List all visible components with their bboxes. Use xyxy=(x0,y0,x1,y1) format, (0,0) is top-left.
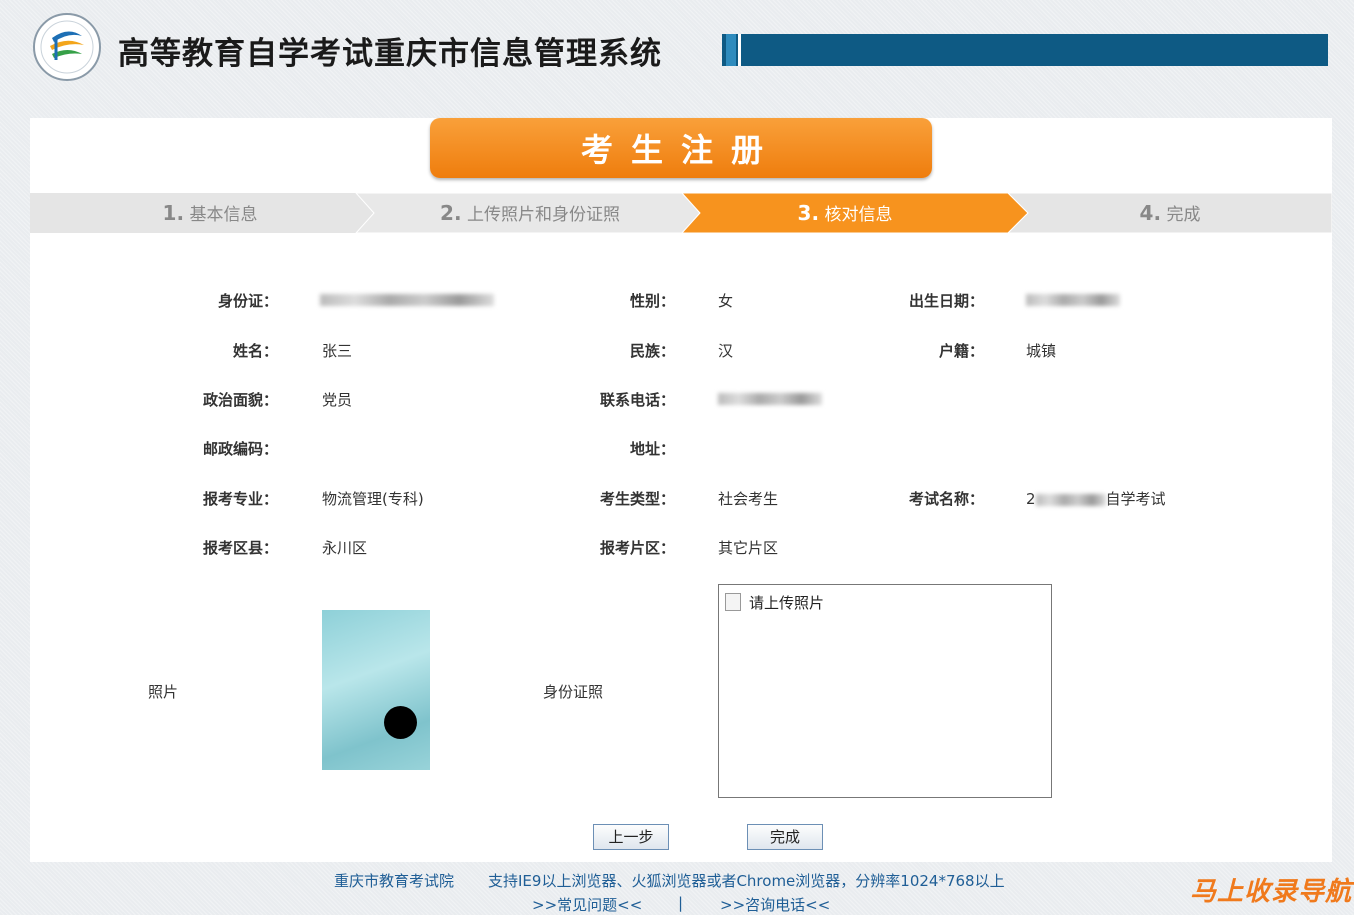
prev-button[interactable]: 上一步 xyxy=(593,824,669,850)
id-card-label: 身份证： xyxy=(217,292,278,310)
exam-name-value: 2 自学考试 xyxy=(1026,490,1166,508)
name-value: 张三 xyxy=(322,342,353,360)
step-3-active: 3. 核对信息 xyxy=(797,201,893,225)
major-value: 物流管理(专科) xyxy=(322,490,424,508)
photo-label: 照片 xyxy=(148,683,179,701)
system-title: 高等教育自学考试重庆市信息管理系统 xyxy=(118,36,662,72)
broken-image-icon xyxy=(725,593,741,611)
candidate-type-label: 考生类型： xyxy=(599,490,675,508)
finish-button[interactable]: 完成 xyxy=(747,824,823,850)
address-label: 地址： xyxy=(629,440,675,458)
name-label: 姓名： xyxy=(232,342,278,360)
footer-org: 重庆市教育考试院 xyxy=(334,872,455,890)
district-value: 永川区 xyxy=(322,539,368,557)
household-value: 城镇 xyxy=(1026,342,1057,360)
candidate-type-value: 社会考生 xyxy=(718,490,779,508)
major-label: 报考专业： xyxy=(202,490,278,508)
birth-date-label: 出生日期： xyxy=(908,292,984,310)
footer-separator: | xyxy=(678,894,684,912)
watermark: 马上收录导航 xyxy=(1189,877,1352,907)
footer-browser-note: 支持IE9以上浏览器、火狐浏览器或者Chrome浏览器，分辨率1024*768以… xyxy=(488,872,1005,890)
district-label: 报考区县： xyxy=(202,539,278,557)
step-1: 1. 基本信息 xyxy=(162,201,258,225)
area-value: 其它片区 xyxy=(718,539,779,557)
header: 高等教育自学考试重庆市信息管理系统 xyxy=(0,0,1354,110)
step-progress: 1. 基本信息 2. 上传照片和身份证照 3. 核对信息 4. 完成 xyxy=(30,193,1332,233)
step-4: 4. 完成 xyxy=(1139,201,1201,225)
household-label: 户籍： xyxy=(938,342,984,360)
area-label: 报考片区： xyxy=(599,539,675,557)
phone-label: 联系电话： xyxy=(599,391,675,409)
phone-value xyxy=(718,389,822,407)
step-2: 2. 上传照片和身份证照 xyxy=(440,201,620,225)
candidate-photo xyxy=(322,610,430,770)
id-photo-label: 身份证照 xyxy=(543,683,604,701)
registration-title: 考生注册 xyxy=(430,118,932,178)
ethnicity-label: 民族： xyxy=(629,342,675,360)
exam-name-label: 考试名称： xyxy=(908,490,984,508)
birth-date-value xyxy=(1026,290,1120,308)
id-photo-frame: 请上传照片 xyxy=(718,584,1052,798)
id-photo-placeholder: 请上传照片 xyxy=(749,594,825,612)
title-decor-bar xyxy=(722,34,1328,66)
id-card-value xyxy=(320,290,494,308)
logo-icon xyxy=(33,13,101,81)
postal-label: 邮政编码： xyxy=(202,440,278,458)
gender-value: 女 xyxy=(718,292,734,310)
registration-panel: 考生注册 1. 基本信息 2. 上传照片和身份证照 3. 核对信息 4. 完成 … xyxy=(30,118,1332,862)
political-value: 党员 xyxy=(322,391,353,409)
ethnicity-value: 汉 xyxy=(718,342,734,360)
political-label: 政治面貌： xyxy=(202,391,278,409)
gender-label: 性别： xyxy=(629,292,675,310)
